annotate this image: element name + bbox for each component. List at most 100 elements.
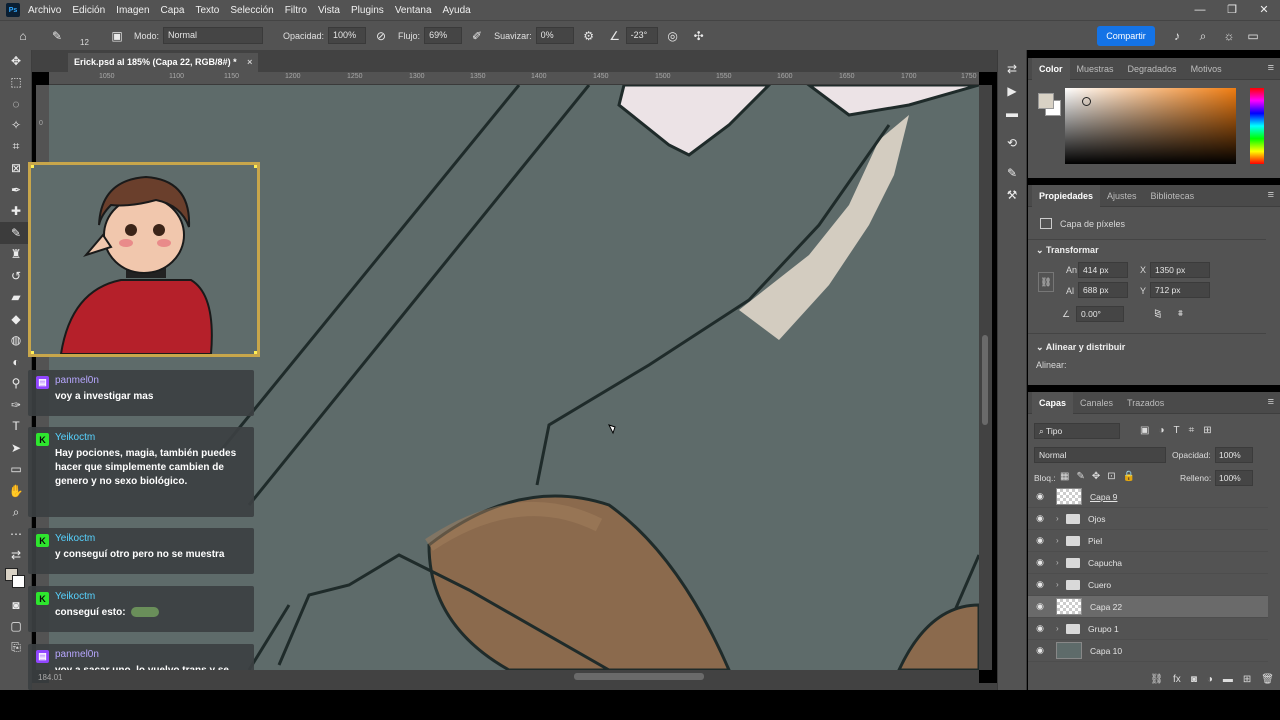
menu-capa[interactable]: Capa: [161, 5, 185, 16]
menu-edicion[interactable]: Edición: [72, 5, 105, 16]
eye-icon[interactable]: ◉: [1028, 513, 1052, 524]
transform-handle[interactable]: [254, 351, 257, 354]
tab-bibliotecas[interactable]: Bibliotecas: [1144, 185, 1202, 207]
menu-filtro[interactable]: Filtro: [285, 5, 307, 16]
color-field[interactable]: [1065, 88, 1236, 164]
height-field[interactable]: 688 px: [1078, 282, 1128, 298]
transform-handle[interactable]: [31, 165, 34, 168]
brush-preset-picker[interactable]: 12: [74, 23, 100, 49]
fill-field[interactable]: 100%: [1215, 470, 1253, 486]
blend-mode-select[interactable]: Normal: [1034, 447, 1166, 463]
bell-icon[interactable]: ♪: [1168, 27, 1186, 45]
new-layer-icon[interactable]: ⊞: [1243, 674, 1251, 685]
history-panel-icon[interactable]: ⇄: [998, 58, 1026, 80]
chevron-right-icon[interactable]: ›: [1056, 580, 1066, 589]
brush-settings-icon[interactable]: ▣: [108, 27, 126, 45]
color-picker-ring[interactable]: [1082, 97, 1091, 106]
layer-row[interactable]: ◉ › Ojos: [1028, 508, 1268, 530]
angle-field[interactable]: 0.00°: [1076, 306, 1124, 322]
transform-handle[interactable]: [254, 165, 257, 168]
minimize-icon[interactable]: —: [1184, 0, 1216, 20]
x-field[interactable]: 1350 px: [1150, 262, 1210, 278]
marquee-tool-icon[interactable]: ⬚: [0, 72, 32, 94]
document-tab[interactable]: Erick.psd al 185% (Capa 22, RGB/8#) * ×: [68, 53, 259, 72]
comments-icon[interactable]: ▬: [998, 102, 1026, 124]
menu-imagen[interactable]: Imagen: [116, 5, 149, 16]
transform-section-title[interactable]: ⌄ Transformar: [1036, 245, 1099, 256]
lightbulb-icon[interactable]: ☼: [1220, 27, 1238, 45]
crop-tool-icon[interactable]: ⌗: [0, 136, 32, 158]
smoothing-field[interactable]: 0%: [535, 27, 574, 44]
width-field[interactable]: 414 px: [1078, 262, 1128, 278]
chevron-right-icon[interactable]: ›: [1056, 624, 1066, 633]
airbrush-icon[interactable]: ✐: [468, 27, 486, 45]
move-tool-icon[interactable]: ✥: [0, 50, 32, 72]
lock-icons[interactable]: ▦✎✥⊡🔒: [1060, 471, 1142, 482]
align-section-title[interactable]: ⌄ Alinear y distribuir: [1036, 342, 1125, 353]
scroll-thumb[interactable]: [982, 335, 988, 425]
tab-propiedades[interactable]: Propiedades: [1032, 184, 1101, 207]
menu-ventana[interactable]: Ventana: [395, 5, 432, 16]
tab-trazados[interactable]: Trazados: [1120, 392, 1171, 414]
tab-ajustes[interactable]: Ajustes: [1100, 185, 1144, 207]
chevron-right-icon[interactable]: ›: [1056, 536, 1066, 545]
brush-angle-field[interactable]: -23°: [625, 27, 658, 44]
menu-seleccion[interactable]: Selección: [230, 5, 273, 16]
history-icon[interactable]: ⟲: [998, 132, 1026, 154]
chevron-right-icon[interactable]: ›: [1056, 514, 1066, 523]
magic-wand-tool-icon[interactable]: ✧: [0, 115, 32, 137]
flip-horizontal-icon[interactable]: ⧎: [1154, 308, 1162, 319]
horizontal-scrollbar[interactable]: [49, 670, 979, 683]
layer-row[interactable]: ◉ Capa 10: [1028, 640, 1268, 662]
brush-icon[interactable]: ✎: [48, 27, 66, 45]
eye-icon[interactable]: ◉: [1028, 601, 1052, 612]
chevron-right-icon[interactable]: ›: [1056, 558, 1066, 567]
maximize-icon[interactable]: ❐: [1216, 0, 1248, 20]
hue-slider[interactable]: [1250, 88, 1264, 164]
share-button[interactable]: Compartir: [1097, 26, 1155, 46]
tab-canales[interactable]: Canales: [1073, 392, 1120, 414]
symmetry-icon[interactable]: ✣: [690, 27, 708, 45]
actions-play-icon[interactable]: ▶: [998, 80, 1026, 102]
panel-menu-icon[interactable]: ≡: [1268, 62, 1274, 74]
flip-vertical-icon[interactable]: ⩩: [1178, 308, 1183, 319]
vertical-scrollbar[interactable]: [979, 85, 992, 670]
adjustment-layer-icon[interactable]: ◑: [1207, 674, 1213, 685]
tool-presets-icon[interactable]: ⚒: [998, 184, 1026, 206]
layer-opacity-field[interactable]: 100%: [1215, 447, 1253, 463]
trash-icon[interactable]: 🗑: [1261, 674, 1274, 685]
add-mask-icon[interactable]: ◙: [1191, 674, 1197, 685]
eye-icon[interactable]: ◉: [1028, 535, 1052, 546]
layer-row[interactable]: ◉ › Cuero: [1028, 574, 1268, 596]
layer-row-selected[interactable]: ◉ Capa 22: [1028, 596, 1268, 618]
layer-row[interactable]: ◉ › Capucha: [1028, 552, 1268, 574]
lasso-tool-icon[interactable]: ◌: [0, 93, 32, 115]
panel-menu-icon[interactable]: ≡: [1268, 396, 1274, 408]
layer-filter-icons[interactable]: ▣◑T⌗⊞: [1140, 425, 1221, 436]
search-icon[interactable]: ⌕: [1194, 27, 1212, 45]
menu-plugins[interactable]: Plugins: [351, 5, 384, 16]
gear-icon[interactable]: ⚙: [580, 27, 598, 45]
layer-row[interactable]: ◉ Capa 9: [1028, 486, 1268, 508]
opacity-field[interactable]: 100%: [328, 27, 367, 44]
eye-icon[interactable]: ◉: [1028, 557, 1052, 568]
tab-color[interactable]: Color: [1032, 57, 1070, 80]
background-color-swatch[interactable]: [12, 575, 25, 588]
menu-vista[interactable]: Vista: [318, 5, 340, 16]
new-group-icon[interactable]: ▬: [1223, 674, 1233, 685]
pressure-opacity-icon[interactable]: ⊘: [372, 27, 390, 45]
eye-icon[interactable]: ◉: [1028, 491, 1052, 502]
eye-icon[interactable]: ◉: [1028, 623, 1052, 634]
menu-texto[interactable]: Texto: [195, 5, 219, 16]
close-tab-icon[interactable]: ×: [247, 57, 252, 67]
workspace-icon[interactable]: ▭: [1244, 27, 1262, 45]
menu-ayuda[interactable]: Ayuda: [443, 5, 471, 16]
transform-handle[interactable]: [31, 351, 34, 354]
close-icon[interactable]: ✕: [1248, 0, 1280, 20]
panel-menu-icon[interactable]: ≡: [1268, 189, 1274, 201]
flow-field[interactable]: 69%: [424, 27, 463, 44]
tab-capas[interactable]: Capas: [1032, 391, 1074, 414]
home-icon[interactable]: ⌂: [14, 27, 32, 45]
tab-muestras[interactable]: Muestras: [1070, 58, 1121, 80]
layer-row[interactable]: ◉ › Grupo 1: [1028, 618, 1268, 640]
